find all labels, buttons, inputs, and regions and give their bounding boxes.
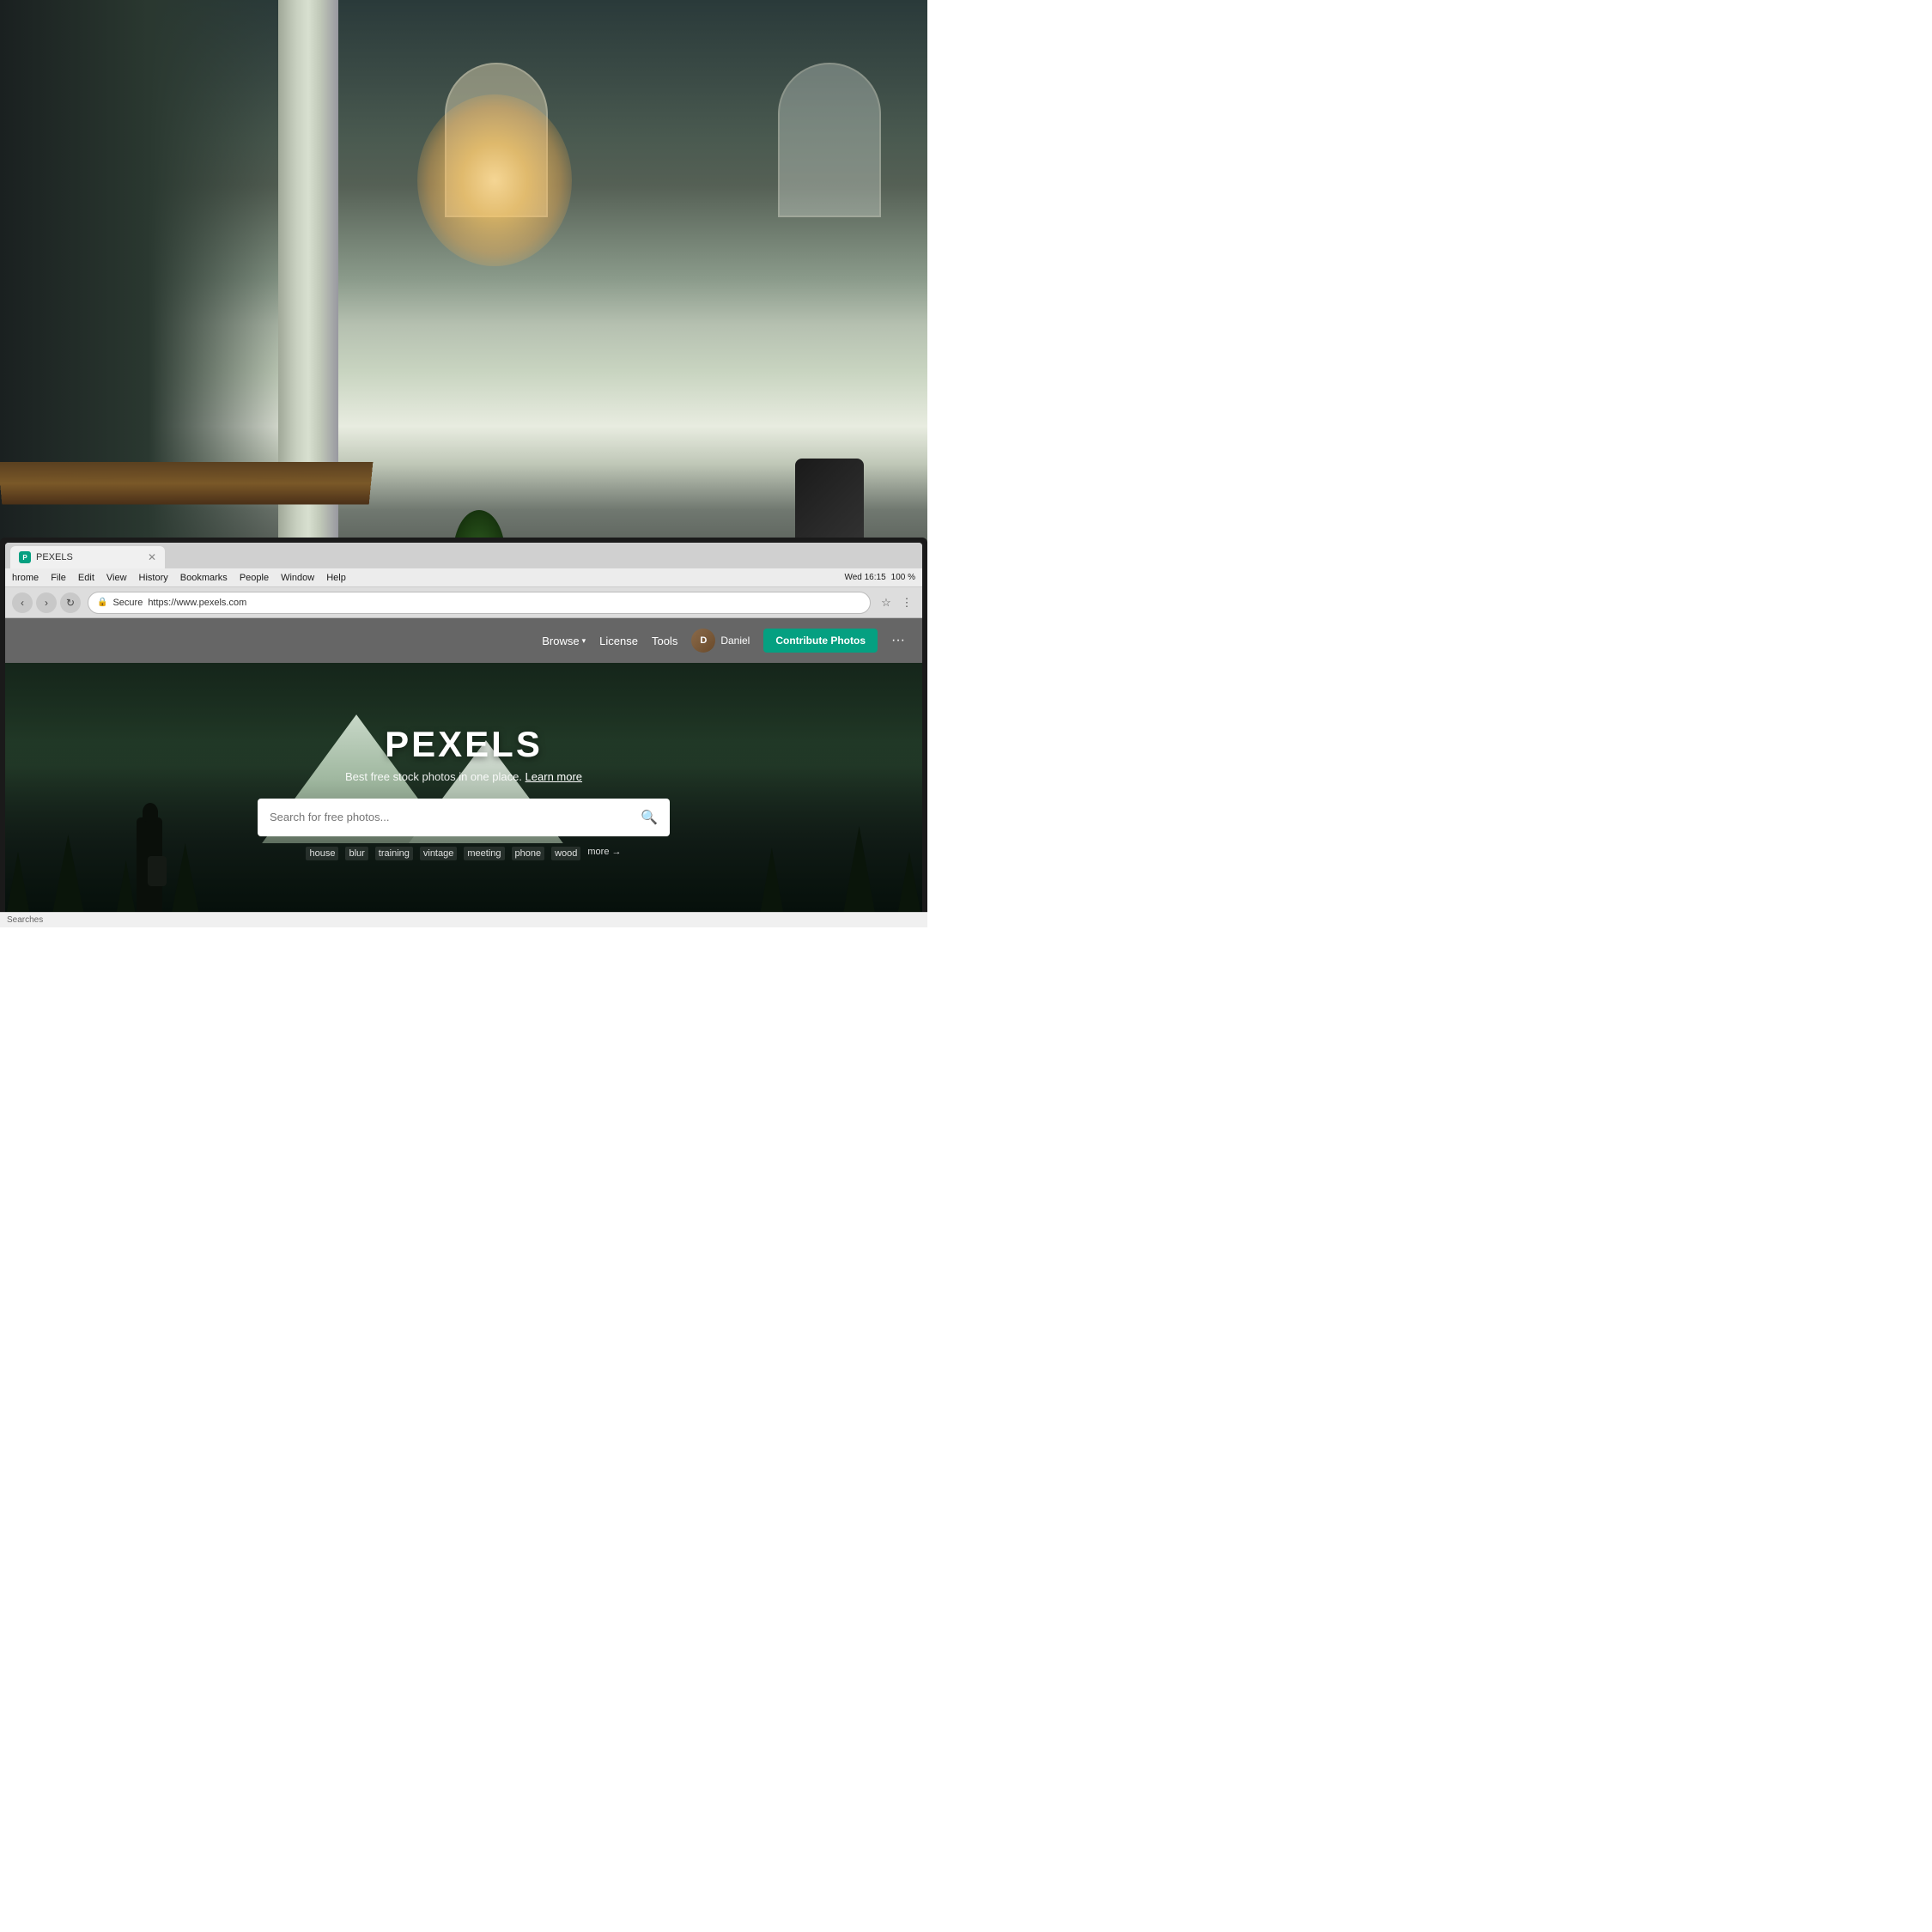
forward-button[interactable]: › [36, 592, 57, 613]
column [278, 0, 338, 630]
menu-item-bookmarks[interactable]: Bookmarks [180, 573, 228, 583]
tab-favicon: P [19, 551, 31, 563]
search-input[interactable] [270, 811, 641, 823]
tree-5 [896, 852, 922, 920]
tab-title: PEXELS [36, 552, 73, 562]
menu-item-history[interactable]: History [139, 573, 168, 583]
pexels-hero-subtitle: Best free stock photos in one place. Lea… [22, 770, 905, 783]
license-label: License [599, 635, 638, 647]
mac-menu-right: Wed 16:15 100 % [844, 573, 915, 582]
search-suggestions: house blur training vintage meeting phon… [22, 847, 905, 860]
suggestion-phone[interactable]: phone [512, 847, 545, 860]
address-bar[interactable]: 🔒 Secure https://www.pexels.com [88, 592, 871, 614]
menu-item-window[interactable]: Window [281, 573, 314, 583]
suggestion-more[interactable]: more → [587, 847, 621, 860]
menu-item-view[interactable]: View [106, 573, 127, 583]
status-bar: Searches [0, 912, 927, 927]
browse-dropdown-icon: ▾ [582, 636, 586, 646]
learn-more-link[interactable]: Learn more [526, 770, 582, 783]
secure-label: Secure [112, 598, 143, 608]
tools-label: Tools [652, 635, 677, 647]
secure-icon: 🔒 [97, 598, 107, 607]
search-button[interactable]: 🔍 [641, 809, 658, 826]
browse-nav-item[interactable]: Browse ▾ [542, 635, 586, 647]
more-options-button[interactable]: ··· [891, 633, 905, 648]
user-name-label: Daniel [720, 635, 750, 647]
suggestion-wood[interactable]: wood [551, 847, 580, 860]
pexels-navbar: Browse ▾ License Tools D Daniel Contribu… [5, 618, 922, 663]
suggestion-meeting[interactable]: meeting [464, 847, 504, 860]
search-bar[interactable]: 🔍 [258, 799, 670, 836]
active-tab[interactable]: P PEXELS ✕ [10, 546, 165, 568]
suggestion-house[interactable]: house [306, 847, 338, 860]
url-display[interactable]: https://www.pexels.com [148, 598, 246, 608]
window-glow [417, 94, 572, 266]
extensions-icon[interactable]: ⋮ [898, 594, 915, 611]
suggestion-training[interactable]: training [375, 847, 413, 860]
tab-bar: P PEXELS ✕ [5, 543, 922, 568]
window-right [778, 63, 881, 217]
searches-label: Searches [7, 915, 43, 925]
tab-close-button[interactable]: ✕ [148, 551, 156, 563]
mac-menubar: hrome File Edit View History Bookmarks P… [5, 568, 922, 587]
suggestion-blur[interactable]: blur [345, 847, 368, 860]
user-avatar: D [691, 629, 715, 653]
pexels-hero: PEXELS Best free stock photos in one pla… [5, 663, 922, 920]
browser-window: P PEXELS ✕ hrome File Edit View History … [5, 543, 922, 920]
contribute-photos-button[interactable]: Contribute Photos [763, 629, 878, 653]
license-nav-item[interactable]: License [599, 635, 638, 647]
bookmark-icon[interactable]: ☆ [878, 594, 895, 611]
office-scene [0, 0, 927, 630]
tree-1 [5, 852, 31, 920]
pexels-website: Browse ▾ License Tools D Daniel Contribu… [5, 618, 922, 920]
mac-menu-left: hrome File Edit View History Bookmarks P… [12, 573, 346, 583]
screen-container: P PEXELS ✕ hrome File Edit View History … [0, 538, 927, 927]
menu-item-people[interactable]: People [240, 573, 269, 583]
menu-item-help[interactable]: Help [326, 573, 346, 583]
tools-nav-item[interactable]: Tools [652, 635, 677, 647]
pexels-hero-title: PEXELS [22, 724, 905, 765]
nav-buttons: ‹ › ↻ [12, 592, 81, 613]
battery-display: 100 % [891, 573, 915, 582]
person-backpack [148, 856, 167, 886]
suggestion-vintage[interactable]: vintage [420, 847, 457, 860]
back-button[interactable]: ‹ [12, 592, 33, 613]
menu-item-chrome[interactable]: hrome [12, 573, 39, 583]
dark-left-area [0, 0, 297, 630]
desk [0, 462, 373, 504]
toolbar-actions: ☆ ⋮ [878, 594, 915, 611]
menu-item-file[interactable]: File [51, 573, 66, 583]
hero-content: PEXELS Best free stock photos in one pla… [22, 724, 905, 860]
browser-toolbar: ‹ › ↻ 🔒 Secure https://www.pexels.com ☆ … [5, 587, 922, 618]
reload-button[interactable]: ↻ [60, 592, 81, 613]
browse-label: Browse [542, 635, 579, 647]
user-area[interactable]: D Daniel [691, 629, 750, 653]
time-display: Wed 16:15 [844, 573, 885, 582]
menu-item-edit[interactable]: Edit [78, 573, 94, 583]
